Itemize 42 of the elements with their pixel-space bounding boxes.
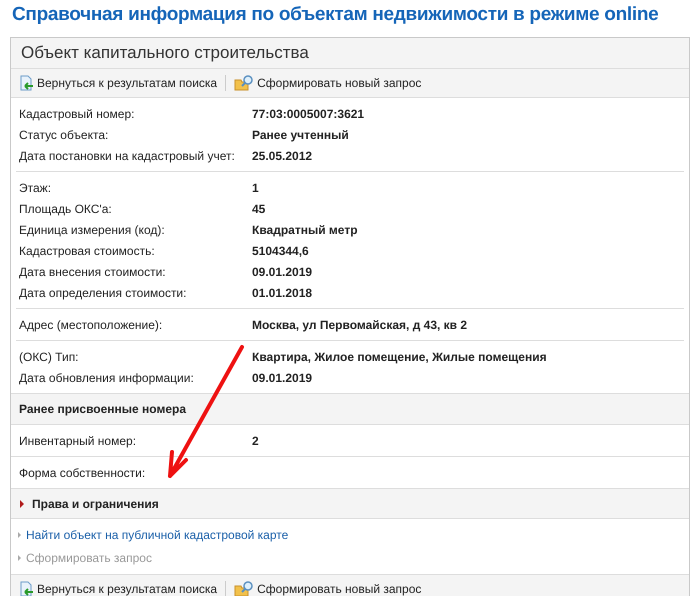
- section-title: Права и ограничения: [32, 496, 159, 510]
- new-request-button[interactable]: Сформировать новый запрос: [232, 75, 424, 91]
- field-value: 01.01.2018: [252, 286, 312, 300]
- field-label: Статус объекта:: [19, 128, 110, 142]
- field-value: 45: [252, 202, 266, 216]
- field-label: Этаж:: [19, 180, 52, 194]
- new-request-button[interactable]: Сформировать новый запрос: [232, 581, 424, 596]
- field-label: Адрес (местоположение):: [19, 318, 164, 332]
- field-label: (ОКС) Тип:: [19, 350, 80, 364]
- field-label: Дата постановки на кадастровый учет:: [19, 148, 236, 162]
- collapsible-section-header[interactable]: Права и ограничения: [11, 489, 689, 519]
- field-value: Москва, ул Первомайская, д 43, кв 2: [252, 318, 468, 332]
- field-value: 5104344,6: [252, 244, 309, 258]
- field-label: Дата обновления информации:: [19, 370, 195, 384]
- page-title: Справочная информация по объектам недвижимости в режиме online: [12, 4, 658, 26]
- field-label: Кадастровый номер:: [19, 106, 136, 120]
- bullet-icon: [18, 554, 21, 560]
- document-arrow-icon: [18, 75, 34, 91]
- field-value: 09.01.2019: [252, 370, 312, 384]
- field-value: 1: [252, 180, 259, 194]
- field-label: Кадастровая стоимость:: [19, 244, 156, 258]
- folder-search-icon: [234, 581, 254, 596]
- field-value: Квадратный метр: [252, 222, 358, 236]
- bullet-icon: [18, 532, 21, 538]
- field-value: 25.05.2012: [252, 148, 312, 162]
- field-label: Дата внесения стоимости:: [19, 264, 167, 278]
- field-label: Форма собственности:: [19, 466, 146, 480]
- field-value: Квартира, Жилое помещение, Жилые помещения: [252, 350, 547, 364]
- back-to-results-button[interactable]: Вернуться к результатам поиска: [16, 75, 220, 91]
- back-to-results-button[interactable]: Вернуться к результатам поиска: [16, 581, 220, 596]
- folder-search-icon: [234, 75, 254, 91]
- panel-title: Объект капитального строительства: [11, 38, 689, 69]
- field-label: Площадь ОКС'a:: [19, 202, 113, 216]
- field-value: 77:03:0005007:3621: [252, 106, 364, 120]
- field-label: Дата определения стоимости:: [19, 286, 188, 300]
- field-label: Инвентарный номер:: [19, 434, 138, 448]
- field-value: Ранее учтенный: [252, 128, 349, 142]
- field-value: 2: [252, 434, 259, 448]
- field-value: 09.01.2019: [252, 264, 312, 278]
- link[interactable]: Найти объект на публичной кадастровой карте: [26, 528, 288, 542]
- field-label: Единица измерения (код):: [19, 222, 166, 236]
- section-header: Ранее присвоенные номера: [11, 393, 689, 425]
